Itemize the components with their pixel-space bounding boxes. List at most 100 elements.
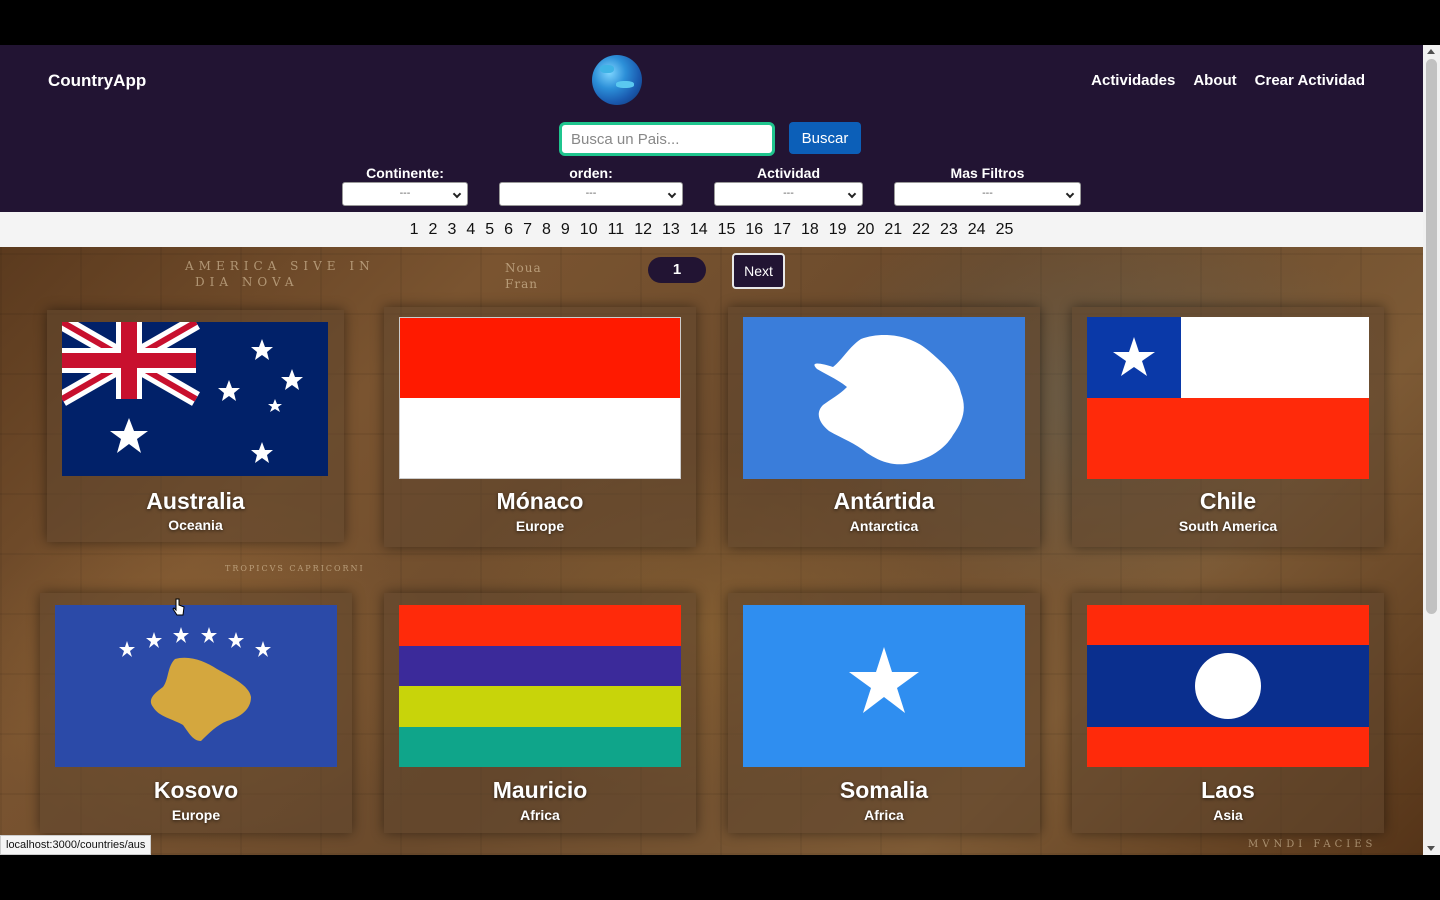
page-number-link[interactable]: 12 — [629, 221, 657, 239]
map-label: TROPICVS CAPRICORNI — [225, 564, 365, 573]
chevron-down-icon — [1065, 189, 1075, 199]
chile-flag-icon — [1087, 317, 1369, 479]
map-label: AMERICA SIVE IN — [185, 259, 375, 273]
page-number-link[interactable]: 20 — [852, 221, 880, 239]
select-value: --- — [783, 188, 794, 199]
filter-label: orden: — [569, 165, 613, 181]
country-name: Laos — [1201, 777, 1255, 803]
page-number-link[interactable]: 15 — [713, 221, 741, 239]
page-number-link[interactable]: 3 — [442, 221, 461, 239]
browser-viewport: CountryApp Actividades About Crear Activ… — [0, 45, 1423, 855]
filter-label: Actividad — [756, 165, 820, 181]
navbar: CountryApp Actividades About Crear Activ… — [0, 45, 1423, 212]
page-number-link[interactable]: 19 — [824, 221, 852, 239]
globe-icon — [592, 55, 642, 105]
country-continent: Antarctica — [849, 518, 919, 534]
page-number-link[interactable]: 2 — [424, 221, 443, 239]
chevron-down-icon — [667, 189, 677, 199]
country-name: Chile — [1199, 488, 1257, 514]
nav-link-about[interactable]: About — [1193, 72, 1236, 89]
kosovo-flag-icon — [55, 605, 337, 767]
nav-links: Actividades About Crear Actividad — [1091, 72, 1365, 89]
country-name: Mónaco — [496, 488, 584, 514]
page-number-link[interactable]: 14 — [685, 221, 713, 239]
filter-orden: orden: --- — [499, 164, 683, 206]
laos-flag-icon — [1087, 605, 1369, 767]
page-number-link[interactable]: 11 — [603, 221, 630, 239]
brand-logo-text[interactable]: CountryApp — [48, 71, 146, 91]
video-letterbox-bottom — [0, 855, 1440, 900]
map-label: MVNDI FACIES — [1248, 839, 1377, 850]
country-card-antartida[interactable]: Antártida Antarctica — [728, 307, 1040, 547]
page-number-link[interactable]: 16 — [740, 221, 768, 239]
chevron-down-icon — [452, 189, 462, 199]
page-number-link[interactable]: 21 — [879, 221, 907, 239]
country-card-somalia[interactable]: Somalia Africa — [728, 593, 1040, 833]
scroll-down-arrow-icon[interactable] — [1427, 846, 1435, 851]
country-continent: Africa — [520, 807, 560, 823]
next-page-button[interactable]: Next — [732, 253, 785, 289]
page-number-link[interactable]: 23 — [935, 221, 963, 239]
filter-actividad: Actividad --- — [714, 164, 863, 206]
page-number-link[interactable]: 8 — [537, 221, 556, 239]
page-number-link[interactable]: 6 — [499, 221, 518, 239]
page-number-link[interactable]: 4 — [461, 221, 480, 239]
country-card-chile[interactable]: Chile South America — [1072, 307, 1384, 547]
page-number-link[interactable]: 25 — [991, 221, 1019, 239]
more-filters-select[interactable]: --- — [894, 182, 1081, 206]
nav-link-crear-actividad[interactable]: Crear Actividad — [1255, 72, 1365, 89]
country-continent: South America — [1178, 518, 1278, 534]
pagination-bar: 1 2 3 4 5 6 7 8 9 10 11 12 13 14 15 16 17 18 19 20 21 22 23 24 2… — [0, 212, 1423, 247]
country-name: Mauricio — [492, 777, 588, 803]
map-label: Noua — [505, 261, 542, 275]
page-number-link[interactable]: 24 — [963, 221, 991, 239]
map-label: Fran — [505, 277, 538, 291]
browser-status-url: localhost:3000/countries/aus — [0, 835, 152, 855]
country-name: Antártida — [833, 488, 935, 514]
australia-flag-icon — [62, 322, 328, 476]
country-card-laos[interactable]: Laos Asia — [1072, 593, 1384, 833]
country-card-australia[interactable]: Australia Oceania — [47, 310, 344, 542]
continent-select[interactable]: --- — [342, 182, 468, 206]
filter-mas-filtros: Mas Filtros --- — [894, 164, 1081, 206]
country-continent: Oceania — [168, 517, 223, 533]
country-continent: Asia — [1213, 807, 1243, 823]
page-number-link[interactable]: 18 — [796, 221, 824, 239]
country-card-monaco[interactable]: Mónaco Europe — [384, 307, 696, 547]
country-card-mauricio[interactable]: Mauricio Africa — [384, 593, 696, 833]
current-page-indicator: 1 — [648, 257, 706, 283]
scroll-up-arrow-icon[interactable] — [1427, 49, 1435, 54]
scrollbar-thumb[interactable] — [1426, 59, 1437, 614]
antarctica-flag-icon — [743, 317, 1025, 479]
select-value: --- — [399, 188, 411, 199]
somalia-flag-icon — [743, 605, 1025, 767]
country-continent: Europe — [171, 807, 221, 823]
country-continent: Europe — [515, 518, 565, 534]
countries-grid-area: AMERICA SIVE IN DIA NOVA Noua Fran TROPI… — [0, 247, 1423, 855]
select-value: --- — [982, 188, 993, 199]
search-input[interactable] — [559, 122, 775, 156]
country-card-kosovo[interactable]: Kosovo Europe — [40, 593, 352, 833]
page-number-link[interactable]: 1 — [405, 221, 424, 239]
country-name: Somalia — [839, 777, 929, 803]
nav-link-actividades[interactable]: Actividades — [1091, 72, 1175, 89]
page-number-link[interactable]: 7 — [518, 221, 537, 239]
order-select[interactable]: --- — [499, 182, 683, 206]
page-number-link[interactable]: 9 — [556, 221, 575, 239]
vertical-scrollbar[interactable] — [1423, 45, 1440, 855]
page-number-link[interactable]: 17 — [768, 221, 796, 239]
country-continent: Africa — [864, 807, 904, 823]
country-name: Kosovo — [153, 777, 239, 803]
mauritius-flag-icon — [399, 605, 681, 767]
page-number-link[interactable]: 5 — [480, 221, 499, 239]
page-number-link[interactable]: 13 — [657, 221, 685, 239]
chevron-down-icon — [847, 189, 857, 199]
map-label: DIA NOVA — [195, 275, 299, 289]
page-number-link[interactable]: 10 — [575, 221, 603, 239]
activity-select[interactable]: --- — [714, 182, 863, 206]
page-number-link[interactable]: 22 — [907, 221, 935, 239]
filter-continente: Continente: --- — [342, 164, 468, 206]
search-button[interactable]: Buscar — [789, 122, 861, 154]
monaco-flag-icon — [399, 317, 681, 479]
filter-label: Mas Filtros — [950, 165, 1025, 181]
